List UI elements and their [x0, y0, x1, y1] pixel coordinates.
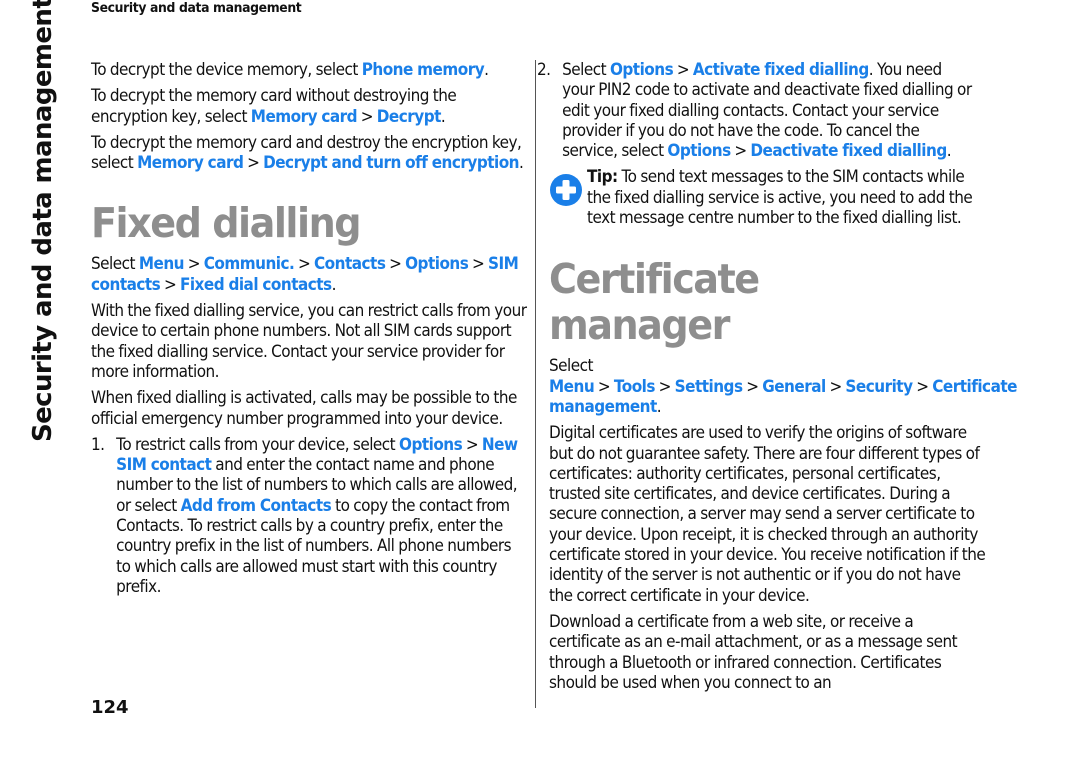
path-separator: > — [163, 274, 177, 294]
path-separator: > — [829, 376, 842, 396]
decrypt-phone-paragraph: To decrypt the device memory, select Pho… — [91, 60, 528, 80]
list-item-text: Select Options > Activate fixed dialling. … — [562, 60, 974, 161]
page-number: 124 — [91, 697, 129, 718]
tip-paragraph: Tip: To send text messages to the SIM co… — [587, 167, 978, 228]
left-column: To decrypt the device memory, select Pho… — [91, 60, 531, 603]
tip-label: Tip: — [587, 167, 618, 187]
list-number: 1. — [91, 434, 105, 454]
side-tab-chapter: Security and data management — [28, 0, 58, 442]
certificate-menu-path: Select Menu > Tools > Settings > General > Secur… — [549, 356, 1017, 416]
path-separator: > — [658, 376, 672, 396]
section-title-certificate-manager: Certificate manager — [549, 255, 760, 350]
link-memory-card[interactable]: Memory card — [251, 107, 358, 126]
list-number: 2. — [537, 60, 551, 79]
step-text: Select — [562, 60, 610, 79]
running-head: Security and data management — [91, 0, 302, 16]
link-options[interactable]: Options — [405, 254, 469, 273]
link-deactivate-fixed-dialling[interactable]: Deactivate fixed dialling — [750, 141, 947, 160]
link-phone-memory[interactable]: Phone memory — [362, 60, 485, 79]
link-memory-card[interactable]: Memory card — [137, 153, 244, 172]
certificate-paragraph-2: Download a certificate from a web site, … — [549, 611, 958, 692]
punct: . — [440, 106, 446, 126]
select-label: Select — [91, 254, 139, 274]
link-security[interactable]: Security — [845, 377, 913, 396]
link-menu[interactable]: Menu — [549, 377, 595, 396]
link-general[interactable]: General — [762, 377, 826, 396]
decrypt-card-destroy-paragraph: To decrypt the memory card and destroy t… — [91, 133, 528, 174]
list-item-text: To restrict calls from your device, sele… — [116, 435, 528, 597]
punct: . — [519, 153, 524, 173]
link-options[interactable]: Options — [610, 60, 674, 79]
punct: . — [484, 60, 489, 79]
tip-body: To send text messages to the SIM contact… — [587, 167, 973, 228]
path-separator: > — [597, 376, 611, 396]
link-settings[interactable]: Settings — [675, 377, 743, 396]
link-contacts[interactable]: Contacts — [314, 254, 386, 273]
link-communic[interactable]: Communic. — [204, 254, 295, 273]
path-separator: > — [298, 254, 311, 274]
path-separator: > — [916, 376, 929, 396]
path-separator: > — [360, 106, 374, 126]
step-text: To restrict calls from your device, sele… — [116, 434, 400, 454]
decrypt-card-keep-paragraph: To decrypt the memory card without destr… — [91, 86, 528, 127]
path-separator: > — [465, 434, 479, 454]
link-decrypt-and-turn-off-encryption[interactable]: Decrypt and turn off encryption — [263, 153, 519, 172]
select-label: Select — [549, 356, 593, 376]
path-separator: > — [247, 153, 260, 173]
path-separator: > — [187, 254, 201, 274]
link-decrypt[interactable]: Decrypt — [377, 107, 442, 126]
punct: . — [946, 141, 952, 161]
link-activate-fixed-dialling[interactable]: Activate fixed dialling — [693, 60, 869, 79]
fixed-dialling-paragraph-2: When fixed dialling is activated, calls … — [91, 388, 517, 428]
list-item-step-1: 1. To restrict calls from your device, s… — [91, 435, 528, 597]
path-separator: > — [389, 254, 402, 274]
link-fixed-dial-contacts[interactable]: Fixed dial contacts — [180, 275, 332, 294]
link-menu[interactable]: Menu — [139, 254, 185, 273]
certificate-paragraph-1: Digital certificates are used to verify … — [549, 423, 986, 605]
column-divider — [535, 60, 536, 708]
link-tools[interactable]: Tools — [614, 377, 656, 396]
list-item-step-2: 2. Select Options > Activate fixed diallin… — [537, 60, 974, 161]
link-options[interactable]: Options — [667, 141, 731, 160]
path-separator: > — [734, 141, 747, 161]
plus-circle-icon-svg — [550, 174, 582, 207]
link-add-from-contacts[interactable]: Add from Contacts — [181, 496, 332, 515]
paragraph-text: To decrypt the device memory, select — [91, 60, 362, 79]
tip-text: Tip: To send text messages to the SIM co… — [587, 167, 1007, 234]
plus-circle-icon — [549, 167, 587, 234]
section-title-fixed-dialling: Fixed dialling — [91, 199, 362, 248]
fixed-dialling-menu-path: Select Menu > Communic. > Contacts > Options > S… — [91, 254, 519, 294]
path-separator: > — [472, 254, 485, 274]
path-separator: > — [746, 376, 759, 396]
tip-box: Tip: To send text messages to the SIM co… — [549, 167, 977, 234]
path-separator: > — [676, 60, 690, 79]
link-options[interactable]: Options — [399, 435, 463, 454]
right-column: 2. Select Options > Activate fixed diallin… — [537, 60, 1017, 699]
fixed-dialling-paragraph-1: With the fixed dialling service, you can… — [91, 301, 527, 381]
